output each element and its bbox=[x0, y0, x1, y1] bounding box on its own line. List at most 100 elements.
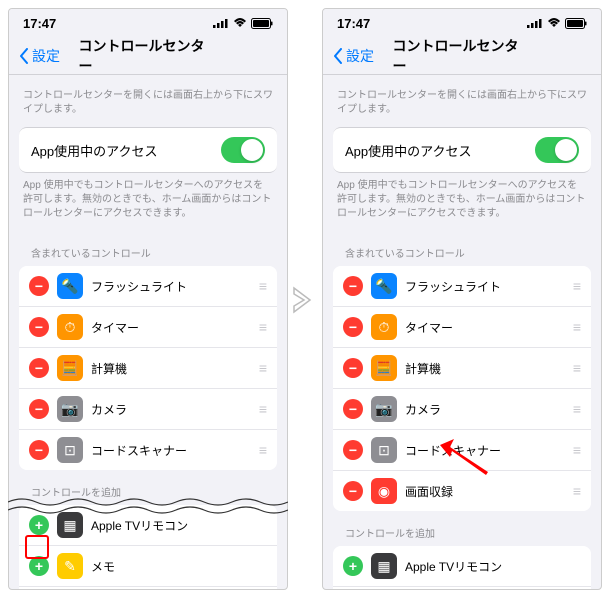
remove-button[interactable]: − bbox=[29, 399, 49, 419]
access-toggle[interactable] bbox=[221, 137, 265, 163]
remove-button[interactable]: − bbox=[29, 440, 49, 460]
control-label: カメラ bbox=[405, 401, 565, 418]
control-row: +◉画面収録 bbox=[19, 586, 277, 589]
app-icon: ◉ bbox=[371, 478, 397, 504]
battery-icon bbox=[565, 18, 587, 29]
control-label: カメラ bbox=[91, 401, 251, 418]
drag-handle-icon[interactable]: ≡ bbox=[573, 442, 581, 458]
control-label: メモ bbox=[91, 558, 267, 575]
nav-title: コントロールセンター bbox=[393, 36, 532, 76]
remove-button[interactable]: − bbox=[343, 276, 363, 296]
control-label: コードスキャナー bbox=[91, 442, 251, 459]
app-icon: ⊡ bbox=[371, 437, 397, 463]
wifi-icon bbox=[547, 18, 561, 28]
access-label: App使用中のアクセス bbox=[31, 141, 221, 160]
drag-handle-icon[interactable]: ≡ bbox=[259, 278, 267, 294]
more-group: +▦Apple TVリモコン+👤アクセシビリティのショートカ…+🔒アクセスガイド bbox=[333, 546, 591, 589]
remove-button[interactable]: − bbox=[343, 481, 363, 501]
remove-button[interactable]: − bbox=[343, 440, 363, 460]
arrow-right-icon bbox=[290, 280, 320, 320]
control-row: −📷 カメラ ≡ bbox=[19, 388, 277, 429]
control-row: −🔦フラッシュライト≡ bbox=[333, 266, 591, 306]
content-right: コントロールセンターを開くには画面右上から下にスワイプします。 App使用中のア… bbox=[323, 75, 601, 589]
control-label: Apple TVリモコン bbox=[405, 558, 581, 575]
app-icon: ⏱ bbox=[371, 314, 397, 340]
app-icon: 🧮 bbox=[57, 355, 83, 381]
more-group: +▦Apple TVリモコン+✎メモ+◉画面収録+🔍拡大鏡 bbox=[19, 505, 277, 589]
remove-button[interactable]: − bbox=[29, 317, 49, 337]
drag-handle-icon[interactable]: ≡ bbox=[259, 442, 267, 458]
add-button[interactable]: + bbox=[29, 556, 49, 576]
app-icon: ✎ bbox=[57, 553, 83, 579]
intro-text: コントロールセンターを開くには画面右上から下にスワイプします。 bbox=[9, 75, 287, 127]
access-row: App使用中のアクセス bbox=[333, 128, 591, 172]
section-more: コントロールを追加 bbox=[323, 511, 601, 546]
app-icon: 📷 bbox=[57, 396, 83, 422]
access-group: App使用中のアクセス bbox=[333, 127, 591, 173]
battery-icon bbox=[251, 18, 273, 29]
back-label: 設定 bbox=[32, 46, 60, 66]
app-icon: 🔦 bbox=[57, 273, 83, 299]
included-group: −🔦フラッシュライト≡−⏱タイマー≡−🧮計算機≡−📷カメラ≡−⊡コードスキャナー… bbox=[19, 266, 277, 470]
access-toggle[interactable] bbox=[535, 137, 579, 163]
nav-bar: 設定 コントロールセンター bbox=[9, 37, 287, 75]
section-included: 含まれているコントロール bbox=[323, 231, 601, 266]
back-button[interactable]: 設定 bbox=[333, 46, 374, 66]
remove-button[interactable]: − bbox=[343, 317, 363, 337]
control-row: −📷 カメラ ≡ bbox=[333, 388, 591, 429]
wavy-cut-icon bbox=[8, 496, 288, 516]
access-desc: App 使用中でもコントロールセンターへのアクセスを許可します。無効のときでも、… bbox=[323, 173, 601, 231]
highlight-box bbox=[25, 535, 49, 559]
signal-icon bbox=[527, 18, 543, 28]
status-time: 17:47 bbox=[337, 16, 370, 31]
control-row: −🧮 計算機 ≡ bbox=[19, 347, 277, 388]
control-row: −⏱ タイマー ≡ bbox=[19, 306, 277, 347]
control-row: + ✎ メモ bbox=[19, 545, 277, 586]
status-bar: 17:47 bbox=[323, 9, 601, 37]
phone-right: 17:47 設定 コントロールセンター コントロールセンターを開くには画面右上か… bbox=[322, 8, 602, 590]
drag-handle-icon[interactable]: ≡ bbox=[259, 319, 267, 335]
remove-button[interactable]: − bbox=[29, 276, 49, 296]
control-label: フラッシュライト bbox=[91, 278, 251, 295]
app-icon: 📷 bbox=[371, 396, 397, 422]
remove-button[interactable]: − bbox=[29, 358, 49, 378]
app-icon: ⊡ bbox=[57, 437, 83, 463]
nav-title: コントロールセンター bbox=[79, 36, 218, 76]
control-row: −⊡ コードスキャナー ≡ bbox=[19, 429, 277, 470]
drag-handle-icon[interactable]: ≡ bbox=[573, 401, 581, 417]
signal-icon bbox=[213, 18, 229, 28]
status-icons bbox=[213, 18, 273, 29]
nav-bar: 設定 コントロールセンター bbox=[323, 37, 601, 75]
control-row: −🔦 フラッシュライト ≡ bbox=[19, 266, 277, 306]
wifi-icon bbox=[233, 18, 247, 28]
intro-text: コントロールセンターを開くには画面右上から下にスワイプします。 bbox=[323, 75, 601, 127]
status-time: 17:47 bbox=[23, 16, 56, 31]
control-label: 画面収録 bbox=[405, 483, 565, 500]
drag-handle-icon[interactable]: ≡ bbox=[573, 483, 581, 499]
control-label: 計算機 bbox=[405, 360, 565, 377]
app-icon: ▦ bbox=[371, 553, 397, 579]
drag-handle-icon[interactable]: ≡ bbox=[573, 319, 581, 335]
drag-handle-icon[interactable]: ≡ bbox=[259, 360, 267, 376]
back-button[interactable]: 設定 bbox=[19, 46, 60, 66]
add-button[interactable]: + bbox=[343, 556, 363, 576]
drag-handle-icon[interactable]: ≡ bbox=[573, 278, 581, 294]
chevron-left-icon bbox=[333, 48, 343, 64]
control-label: フラッシュライト bbox=[405, 278, 565, 295]
control-row: −🧮計算機≡ bbox=[333, 347, 591, 388]
chevron-left-icon bbox=[19, 48, 29, 64]
control-label: 計算機 bbox=[91, 360, 251, 377]
status-icons bbox=[527, 18, 587, 29]
control-row: +👤アクセシビリティのショートカ… bbox=[333, 586, 591, 589]
status-bar: 17:47 bbox=[9, 9, 287, 37]
add-button[interactable]: + bbox=[29, 515, 49, 535]
remove-button[interactable]: − bbox=[343, 358, 363, 378]
red-arrow-icon bbox=[440, 437, 490, 477]
app-icon: ⏱ bbox=[57, 314, 83, 340]
remove-button[interactable]: − bbox=[343, 399, 363, 419]
control-label: タイマー bbox=[91, 319, 251, 336]
control-label: Apple TVリモコン bbox=[91, 517, 267, 534]
drag-handle-icon[interactable]: ≡ bbox=[573, 360, 581, 376]
section-included: 含まれているコントロール bbox=[9, 231, 287, 266]
drag-handle-icon[interactable]: ≡ bbox=[259, 401, 267, 417]
